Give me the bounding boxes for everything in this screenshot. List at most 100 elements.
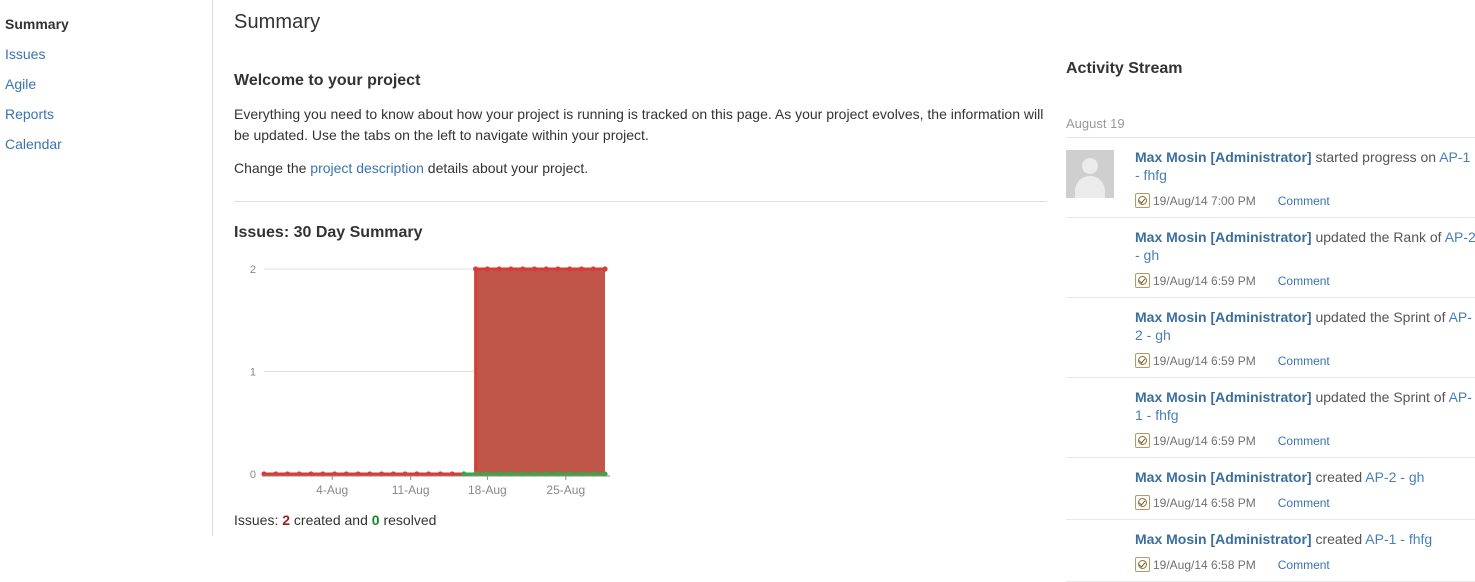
created-data-point bbox=[508, 266, 514, 272]
activity-timestamp: 19/Aug/14 6:58 PM bbox=[1153, 495, 1256, 510]
sidebar-item-reports[interactable]: Reports bbox=[0, 99, 212, 129]
created-data-point bbox=[473, 266, 479, 272]
activity-body: Max Mosin [Administrator] updated the Ra… bbox=[1114, 228, 1475, 288]
activity-item: Max Mosin [Administrator] updated the Sp… bbox=[1066, 378, 1475, 458]
chart-y-tick-label: 2 bbox=[250, 264, 256, 276]
activity-headline: Max Mosin [Administrator] updated the Sp… bbox=[1135, 308, 1475, 344]
activity-item: Max Mosin [Administrator] created AP-2 -… bbox=[1066, 458, 1475, 520]
created-data-point bbox=[520, 266, 526, 272]
activity-meta: 19/Aug/14 6:59 PM Comment bbox=[1135, 433, 1475, 448]
created-count: 2 bbox=[282, 512, 291, 528]
activity-meta: 19/Aug/14 6:58 PM Comment bbox=[1135, 557, 1475, 572]
activity-timestamp: 19/Aug/14 6:59 PM bbox=[1153, 433, 1256, 448]
activity-actor-link[interactable]: Max Mosin [Administrator] bbox=[1135, 149, 1312, 165]
sidebar-item-agile[interactable]: Agile bbox=[0, 69, 212, 99]
activity-headline: Max Mosin [Administrator] updated the Sp… bbox=[1135, 388, 1475, 424]
created-data-point bbox=[484, 266, 491, 272]
activity-item: Max Mosin [Administrator] updated the Sp… bbox=[1066, 298, 1475, 378]
page-root: Summary Issues Agile Reports Calendar Summar… bbox=[0, 0, 1475, 582]
activity-action-text: started progress on bbox=[1311, 149, 1440, 165]
change-prefix-text: Change the bbox=[234, 160, 311, 176]
activity-check-circle-icon bbox=[1135, 495, 1150, 510]
activity-check-circle-icon bbox=[1135, 273, 1150, 288]
activity-action-text: updated the Rank of bbox=[1311, 229, 1445, 245]
activity-meta: 19/Aug/14 6:59 PM Comment bbox=[1135, 273, 1475, 288]
created-data-point bbox=[590, 266, 596, 272]
activity-body: Max Mosin [Administrator] started progre… bbox=[1114, 148, 1475, 208]
change-description-paragraph: Change the project description details a… bbox=[234, 158, 1047, 179]
content-area: Summary Welcome to your project Everythi… bbox=[213, 0, 1475, 582]
avatar-slot bbox=[1066, 308, 1114, 310]
activity-actor-link[interactable]: Max Mosin [Administrator] bbox=[1135, 389, 1312, 405]
sidebar-item-calendar[interactable]: Calendar bbox=[0, 129, 212, 159]
created-data-point bbox=[602, 266, 608, 272]
activity-body: Max Mosin [Administrator] created AP-1 -… bbox=[1114, 530, 1475, 572]
comment-link[interactable]: Comment bbox=[1278, 496, 1330, 510]
activity-action-text: updated the Sprint of bbox=[1311, 389, 1449, 405]
page-title: Summary bbox=[234, 11, 321, 33]
activity-timestamp: 19/Aug/14 6:58 PM bbox=[1153, 557, 1256, 572]
created-data-point bbox=[567, 266, 573, 272]
comment-link[interactable]: Comment bbox=[1278, 194, 1330, 208]
activity-actor-link[interactable]: Max Mosin [Administrator] bbox=[1135, 229, 1312, 245]
chart-footer-suffix: resolved bbox=[379, 512, 437, 528]
activity-check-circle-icon bbox=[1135, 557, 1150, 572]
chart-x-tick-label: 18-Aug bbox=[468, 483, 507, 497]
comment-link[interactable]: Comment bbox=[1278, 558, 1330, 572]
chart-y-tick-label: 0 bbox=[250, 469, 256, 481]
welcome-heading: Welcome to your project bbox=[234, 72, 421, 89]
created-data-point bbox=[578, 266, 585, 272]
activity-headline: Max Mosin [Administrator] updated the Ra… bbox=[1135, 228, 1475, 264]
chart-x-tick-label: 4-Aug bbox=[316, 483, 348, 497]
activity-action-text: updated the Sprint of bbox=[1311, 309, 1449, 325]
activity-body: Max Mosin [Administrator] updated the Sp… bbox=[1114, 308, 1475, 368]
comment-link[interactable]: Comment bbox=[1278, 434, 1330, 448]
chart-x-tick-label: 11-Aug bbox=[392, 483, 430, 497]
sidebar-item-issues[interactable]: Issues bbox=[0, 39, 212, 69]
comment-link[interactable]: Comment bbox=[1278, 274, 1330, 288]
project-sidebar: Summary Issues Agile Reports Calendar bbox=[0, 0, 213, 536]
avatar-slot bbox=[1066, 468, 1114, 470]
activity-check-circle-icon bbox=[1135, 433, 1150, 448]
activity-action-text: created bbox=[1311, 531, 1366, 547]
change-suffix-text: details about your project. bbox=[423, 160, 589, 176]
avatar-slot bbox=[1066, 228, 1114, 230]
section-divider bbox=[234, 201, 1047, 202]
activity-stream-panel: Activity Stream August 19 Max Mosin [Adm… bbox=[1066, 0, 1475, 582]
chart-y-tick-label: 1 bbox=[250, 367, 256, 379]
activity-issue-link[interactable]: AP-1 - fhfg bbox=[1365, 531, 1432, 547]
activity-meta: 19/Aug/14 7:00 PM Comment bbox=[1135, 193, 1475, 208]
activity-actor-link[interactable]: Max Mosin [Administrator] bbox=[1135, 309, 1312, 325]
chart-footer-middle: created and bbox=[290, 512, 372, 528]
activity-actor-link[interactable]: Max Mosin [Administrator] bbox=[1135, 469, 1312, 485]
activity-timestamp: 19/Aug/14 6:59 PM bbox=[1153, 273, 1256, 288]
project-description-link[interactable]: project description bbox=[310, 160, 424, 176]
summary-main-column: Summary Welcome to your project Everythi… bbox=[234, 0, 1047, 529]
activity-timestamp: 19/Aug/14 6:59 PM bbox=[1153, 353, 1256, 368]
sidebar-item-summary[interactable]: Summary bbox=[0, 9, 212, 39]
issues-chart-svg: 0 1 2 4-Aug 11-Aug 18-Aug 25-Aug bbox=[250, 264, 610, 497]
activity-item: Max Mosin [Administrator] updated the Ra… bbox=[1066, 218, 1475, 298]
created-data-point bbox=[496, 266, 502, 272]
activity-timestamp: 19/Aug/14 7:00 PM bbox=[1153, 193, 1256, 208]
chart-footer-prefix: Issues: bbox=[234, 512, 283, 528]
resolved-count: 0 bbox=[371, 512, 380, 528]
activity-check-circle-icon bbox=[1135, 353, 1150, 368]
avatar-slot bbox=[1066, 388, 1114, 390]
avatar-body-shape bbox=[1075, 176, 1105, 198]
activity-meta: 19/Aug/14 6:58 PM Comment bbox=[1135, 495, 1475, 510]
activity-headline: Max Mosin [Administrator] created AP-2 -… bbox=[1135, 468, 1475, 486]
welcome-paragraph: Everything you need to know about how yo… bbox=[234, 106, 1044, 143]
activity-meta: 19/Aug/14 6:59 PM Comment bbox=[1135, 353, 1475, 368]
avatar-slot bbox=[1066, 148, 1114, 198]
activity-headline: Max Mosin [Administrator] created AP-1 -… bbox=[1135, 530, 1475, 548]
activity-actor-link[interactable]: Max Mosin [Administrator] bbox=[1135, 531, 1312, 547]
avatar[interactable] bbox=[1066, 150, 1114, 198]
activity-date-header: August 19 bbox=[1066, 109, 1475, 138]
created-data-point bbox=[555, 266, 561, 272]
chart-x-tick-label: 25-Aug bbox=[546, 483, 585, 497]
chart-heading: Issues: 30 Day Summary bbox=[234, 224, 423, 241]
activity-issue-link[interactable]: AP-2 - gh bbox=[1365, 469, 1424, 485]
activity-action-text: created bbox=[1311, 469, 1366, 485]
comment-link[interactable]: Comment bbox=[1278, 354, 1330, 368]
